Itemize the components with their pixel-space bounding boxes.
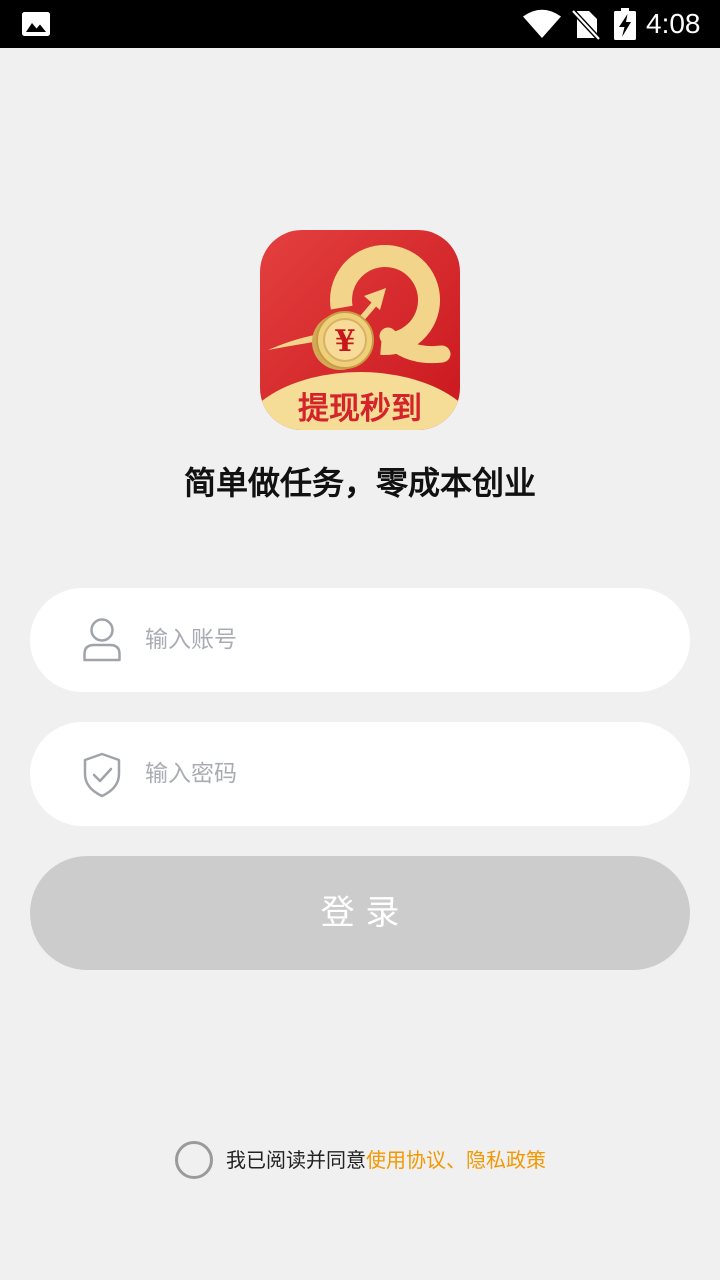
password-field[interactable]	[30, 722, 690, 826]
status-time: 4:08	[646, 8, 701, 39]
wifi-icon	[523, 9, 561, 38]
battery-charging-icon	[614, 8, 636, 40]
login-button[interactable]: 登 录	[30, 856, 690, 970]
coin-symbol: ¥	[335, 324, 356, 359]
image-icon	[22, 12, 50, 36]
status-bar: 4:08	[0, 0, 720, 48]
app-logo: ¥ 提现秒到	[260, 230, 460, 430]
agreement-row: 我已阅读并同意 使用协议、隐私政策	[175, 1141, 546, 1179]
password-input[interactable]	[145, 722, 655, 826]
tagline: 简单做任务，零成本创业	[183, 464, 536, 502]
user-icon	[83, 618, 121, 662]
logo-caption: 提现秒到	[298, 391, 422, 427]
no-sim-icon	[572, 9, 600, 40]
account-input[interactable]	[145, 588, 655, 692]
agreement-checkbox[interactable]	[175, 1141, 213, 1179]
agreement-text: 我已阅读并同意	[226, 1148, 366, 1172]
agreement-link[interactable]: 使用协议、隐私政策	[366, 1141, 546, 1179]
account-field[interactable]	[30, 588, 690, 692]
shield-check-icon	[83, 752, 121, 798]
